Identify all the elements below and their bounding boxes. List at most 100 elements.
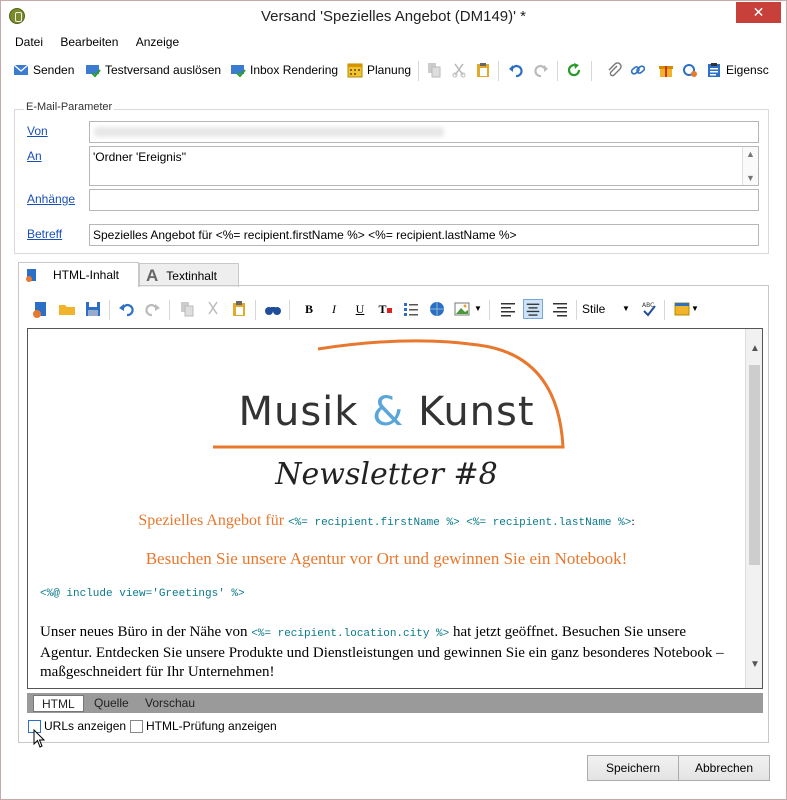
sync-icon[interactable] [682, 62, 698, 78]
logo-ampersand: & [372, 389, 405, 435]
logo-word-kunst: Kunst [418, 389, 535, 435]
open-folder-icon[interactable] [57, 299, 77, 319]
offer-suffix: : [631, 514, 635, 528]
to-link[interactable]: An [27, 149, 42, 163]
gift-icon[interactable] [658, 62, 674, 78]
new-document-icon[interactable] [31, 299, 51, 319]
editor-toolbar: B I U T ▼ Stile ▼ ABC ▼ [27, 297, 757, 321]
find-binoculars-icon[interactable] [263, 299, 283, 319]
editor-scroll-down-icon[interactable]: ▼ [750, 659, 760, 670]
undo-icon[interactable] [508, 62, 524, 78]
style-dropdown[interactable]: Stile ▼ [582, 299, 632, 319]
paste-icon[interactable] [229, 299, 249, 319]
envelope-check-icon [86, 65, 101, 78]
align-right-icon[interactable] [550, 299, 570, 319]
subject-link[interactable]: Betreff [27, 227, 62, 241]
visit-agency-line: Besuchen Sie unsere Agentur vor Ort und … [145, 549, 628, 568]
greetings-include-code: <%@ include view='Greetings' %> [40, 588, 245, 600]
style-dropdown-label: Stile [582, 302, 606, 316]
tab-view-source[interactable]: Quelle [86, 695, 137, 712]
bold-icon[interactable]: B [299, 299, 319, 319]
from-field[interactable] [89, 121, 759, 143]
personalization-icon[interactable] [672, 299, 692, 319]
style-dropdown-chevron-icon: ▼ [622, 304, 630, 313]
save-button[interactable]: Speichern [587, 755, 679, 781]
editor-separator [289, 300, 290, 320]
text-color-icon[interactable]: T [375, 299, 395, 319]
para-city-code: <%= recipient.location.city %> [251, 628, 450, 640]
link-icon[interactable] [630, 62, 646, 78]
show-html-check-label: HTML-Prüfung anzeigen [146, 719, 277, 733]
envelope-icon [13, 64, 29, 75]
align-center-icon[interactable] [523, 299, 543, 319]
personalization-dropdown-icon[interactable]: ▼ [690, 299, 700, 319]
bullet-list-icon[interactable] [401, 299, 421, 319]
scroll-up-icon[interactable]: ▲ [746, 149, 755, 159]
from-link[interactable]: Von [27, 124, 48, 138]
newsletter-heading: Newsletter #8 [275, 457, 498, 492]
text-a-icon: A [146, 265, 159, 285]
subject-field[interactable]: Spezielles Angebot für <%= recipient.fir… [89, 224, 759, 246]
editor-separator [109, 300, 110, 320]
align-left-icon[interactable] [498, 299, 518, 319]
toolbar-separator [591, 61, 592, 81]
tab-view-preview[interactable]: Vorschau [137, 695, 203, 712]
html-doc-icon [26, 269, 36, 282]
underline-icon[interactable]: U [350, 299, 370, 319]
attachment-icon[interactable] [606, 62, 622, 78]
editor-scroll-up-icon[interactable]: ▲ [750, 343, 760, 354]
italic-icon[interactable]: I [324, 299, 344, 319]
editor-view-tabs: HTML Quelle Vorschau [27, 693, 763, 713]
menu-bearbeiten[interactable]: Bearbeiten [60, 33, 118, 51]
tab-text-content[interactable]: A Textinhalt [139, 263, 239, 287]
para-text-before: Unser neues Büro in der Nähe von [40, 624, 248, 640]
copy-icon[interactable] [426, 62, 442, 78]
undo-icon[interactable] [117, 299, 137, 319]
toolbar-separator [498, 61, 499, 81]
email-parameters-legend: E-Mail-Parameter [24, 101, 115, 113]
cut-icon[interactable] [451, 62, 467, 78]
refresh-icon[interactable] [566, 62, 582, 78]
test-send-label: Testversand auslösen [105, 63, 222, 77]
cancel-button[interactable]: Abbrechen [678, 755, 770, 781]
html-editor[interactable]: Musik & Kunst Newsletter #8 Spezielles A… [27, 328, 763, 689]
to-field[interactable]: 'Ordner 'Ereignis'' ▲ ▼ [89, 146, 759, 186]
to-field-scrollbar[interactable]: ▲ ▼ [742, 147, 758, 185]
save-disk-icon[interactable] [83, 299, 103, 319]
show-urls-label: URLs anzeigen [44, 719, 127, 733]
spellcheck-icon[interactable]: ABC [639, 299, 659, 319]
properties-button[interactable]: Eigensc [706, 58, 769, 82]
test-send-button[interactable]: Testversand auslösen [85, 58, 221, 82]
inbox-rendering-button[interactable]: Inbox Rendering [230, 58, 338, 82]
menu-anzeige[interactable]: Anzeige [136, 33, 179, 51]
clipboard-icon [708, 63, 720, 77]
insert-link-globe-icon[interactable] [427, 299, 447, 319]
properties-label: Eigensc [726, 63, 769, 77]
tab-view-html[interactable]: HTML [33, 695, 84, 712]
mouse-cursor-icon [33, 729, 46, 748]
copy-icon[interactable] [177, 299, 197, 319]
send-button[interactable]: Senden [13, 58, 74, 82]
inbox-check-icon [231, 65, 246, 78]
redo-icon[interactable] [142, 299, 162, 319]
attachments-link[interactable]: Anhänge [27, 192, 75, 206]
redo-icon[interactable] [533, 62, 549, 78]
editor-scrollbar[interactable]: ▲ ▼ [745, 329, 762, 688]
tab-html-content[interactable]: HTML-Inhalt [18, 262, 139, 287]
show-html-check-checkbox[interactable] [130, 720, 143, 733]
cut-icon[interactable] [203, 299, 223, 319]
scroll-down-icon[interactable]: ▼ [746, 173, 755, 183]
close-button[interactable]: ✕ [736, 2, 781, 23]
offer-prefix: Spezielles Angebot für [138, 512, 285, 529]
window-title: Versand 'Spezielles Angebot (DM149)' * [260, 8, 527, 25]
tab-text-label: Textinhalt [166, 268, 217, 283]
logo-word-musik: Musik [238, 389, 359, 435]
paste-icon[interactable] [475, 62, 491, 78]
planning-button[interactable]: Planung [347, 58, 411, 82]
insert-image-icon[interactable] [452, 299, 472, 319]
image-dropdown-icon[interactable]: ▼ [473, 299, 483, 319]
attachments-field[interactable] [89, 189, 759, 211]
editor-scroll-thumb[interactable] [749, 365, 760, 565]
offer-line: Spezielles Angebot für <%= recipient.fir… [28, 512, 745, 530]
menu-datei[interactable]: Datei [15, 33, 43, 51]
